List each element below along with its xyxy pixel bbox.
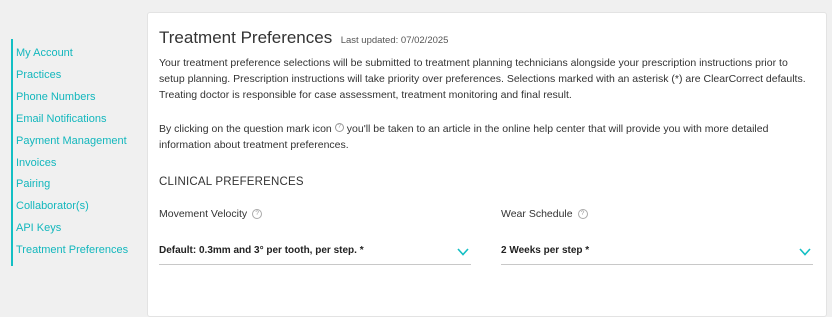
wear-schedule-label: Wear Schedule: [501, 208, 573, 220]
clinical-preferences-heading: CLINICAL PREFERENCES: [159, 176, 304, 188]
sidebar-item-my-account[interactable]: My Account: [13, 43, 128, 65]
sidebar-item-payment-management[interactable]: Payment Management: [13, 131, 128, 153]
question-mark-icon[interactable]: ?: [252, 209, 263, 219]
sidebar-item-pairing[interactable]: Pairing: [13, 174, 128, 196]
sidebar-item-treatment-preferences[interactable]: Treatment Preferences: [13, 240, 128, 262]
intro-paragraph: Your treatment preference selections wil…: [159, 57, 806, 101]
page-title: Treatment Preferences: [159, 28, 333, 47]
sidebar-item-collaborators[interactable]: Collaborator(s): [13, 196, 128, 218]
movement-velocity-label: Movement Velocity: [159, 208, 248, 220]
movement-velocity-value: Default: 0.3mm and 3° per tooth, per ste…: [159, 245, 364, 256]
question-mark-icon: ?: [334, 123, 344, 132]
sidebar-item-phone-numbers[interactable]: Phone Numbers: [13, 87, 128, 109]
last-updated-date: 07/02/2025: [400, 35, 449, 46]
wear-schedule-select[interactable]: 2 Weeks per step *: [501, 236, 813, 265]
sidebar-item-email-notifications[interactable]: Email Notifications: [13, 109, 128, 131]
wear-schedule-value: 2 Weeks per step *: [501, 245, 590, 256]
title-row: Treatment Preferences Last updated: 07/0…: [159, 28, 448, 48]
sidebar-item-invoices[interactable]: Invoices: [13, 153, 128, 175]
movement-velocity-field: Movement Velocity ? Default: 0.3mm and 3…: [159, 206, 471, 265]
question-mark-icon[interactable]: ?: [577, 209, 588, 219]
chevron-down-icon[interactable]: [799, 248, 811, 256]
chevron-down-icon[interactable]: [457, 248, 469, 256]
movement-velocity-select[interactable]: Default: 0.3mm and 3° per tooth, per ste…: [159, 236, 471, 265]
account-sidebar: My Account Practices Phone Numbers Email…: [11, 39, 128, 267]
help-paragraph: By clicking on the question mark icon? yo…: [159, 121, 814, 153]
last-updated-label: Last updated:: [340, 35, 399, 46]
sidebar-item-api-keys[interactable]: API Keys: [13, 218, 128, 240]
last-updated: Last updated: 07/02/2025: [341, 35, 449, 46]
sidebar-item-practices[interactable]: Practices: [13, 65, 128, 87]
help-paragraph-start: By clicking on the question mark icon: [159, 123, 332, 135]
wear-schedule-field: Wear Schedule ? 2 Weeks per step *: [501, 206, 813, 265]
treatment-preferences-panel: Treatment Preferences Last updated: 07/0…: [147, 12, 827, 317]
